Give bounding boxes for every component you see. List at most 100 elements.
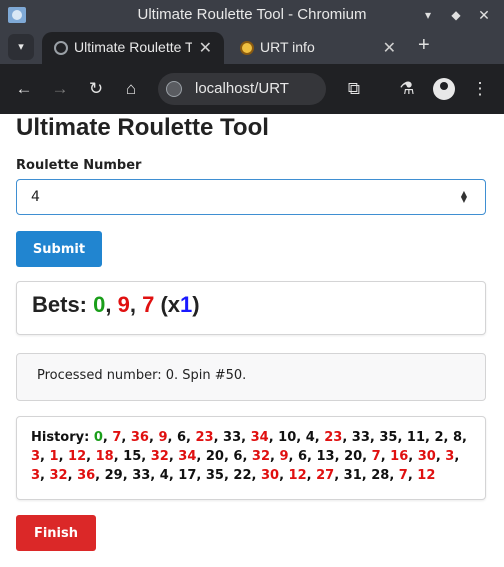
separator: , (129, 292, 143, 317)
number-spinner-icon[interactable]: ▲ ▼ (458, 190, 470, 205)
history-number: 3 (445, 449, 455, 464)
close-tab-icon[interactable]: ✕ (383, 38, 396, 58)
page-title: Ultimate Roulette Tool (16, 114, 269, 141)
history-number: 32 (49, 468, 68, 483)
address-bar[interactable]: localhost/URT (158, 73, 326, 105)
separator: , (408, 449, 418, 464)
separator: , (279, 468, 289, 483)
history-number: 12 (417, 468, 436, 483)
extensions-icon[interactable]: ⧉ (343, 78, 365, 100)
separator: , (113, 449, 124, 464)
reload-icon[interactable]: ↻ (85, 78, 107, 100)
history-number: 3 (31, 449, 41, 464)
history-numbers: 0, 7, 36, 9, 6, 23, 33, 34, 10, 4, 23, 3… (31, 430, 467, 483)
separator: , (268, 430, 279, 445)
history-number: 20 (205, 449, 224, 464)
separator: , (168, 449, 179, 464)
bet-number: 7 (142, 292, 155, 317)
multiplier-suffix: ) (192, 292, 200, 317)
history-number: 36 (130, 430, 149, 445)
history-number: 22 (233, 468, 252, 483)
tab-strip: ▾ Ultimate Roulette Tool ✕ URT info ✕ + (0, 30, 504, 64)
history-number: 32 (251, 449, 271, 464)
separator: , (334, 468, 344, 483)
home-icon[interactable]: ⌂ (120, 78, 142, 100)
history-number: 17 (178, 468, 197, 483)
bet-number: 0 (93, 292, 106, 317)
history-number: 4 (159, 468, 169, 483)
tab-urt-info[interactable]: URT info ✕ (228, 32, 408, 64)
separator: , (389, 468, 399, 483)
history-number: 6 (176, 430, 186, 445)
separator: , (397, 430, 407, 445)
submit-button[interactable]: Submit (16, 231, 102, 267)
separator: , (167, 430, 177, 445)
separator: , (223, 468, 234, 483)
roulette-number-input[interactable] (16, 179, 486, 215)
history-number: 34 (178, 449, 197, 464)
status-text: Processed number: 0. Spin #50. (37, 368, 247, 383)
browser-menu-icon[interactable]: ⋮ (469, 78, 491, 100)
bet-number: 9 (117, 292, 130, 317)
separator: , (342, 430, 352, 445)
history-number: 2 (434, 430, 444, 445)
history-number: 31 (343, 468, 362, 483)
separator: , (251, 468, 261, 483)
close-window-icon[interactable]: ✕ (474, 5, 494, 25)
history-number: 7 (398, 468, 408, 483)
history-panel: History: 0, 7, 36, 9, 6, 23, 33, 34, 10,… (16, 416, 486, 500)
history-number: 16 (390, 449, 409, 464)
history-number: 32 (150, 449, 169, 464)
separator: , (369, 430, 380, 445)
history-number: 13 (316, 449, 335, 464)
history-text: History: 0, 7, 36, 9, 6, 23, 33, 34, 10,… (31, 428, 475, 485)
separator: , (242, 449, 252, 464)
history-number: 34 (250, 430, 269, 445)
history-number: 11 (406, 430, 426, 445)
site-info-icon[interactable] (166, 81, 182, 97)
separator: , (296, 430, 306, 445)
bets-line: Bets: 0, 9, 7 (x1) (32, 292, 200, 318)
history-number: 33 (351, 430, 370, 445)
close-tab-icon[interactable]: ✕ (199, 38, 212, 58)
history-number: 6 (298, 449, 308, 464)
url-text: localhost/URT (195, 80, 289, 97)
labs-flask-icon[interactable]: ⚗ (396, 78, 418, 100)
history-number: 9 (279, 449, 289, 464)
history-number: 7 (371, 449, 381, 464)
history-number: 36 (77, 468, 96, 483)
history-number: 33 (132, 468, 151, 483)
bets-panel: Bets: 0, 9, 7 (x1) (16, 281, 486, 335)
bets-numbers: 0, 9, 7 (93, 292, 154, 317)
history-number: 8 (453, 430, 463, 445)
separator: , (307, 449, 317, 464)
separator: , (196, 468, 206, 483)
separator: , (241, 430, 251, 445)
new-tab-icon[interactable]: + (418, 34, 430, 57)
tab-ultimate-roulette-tool[interactable]: Ultimate Roulette Tool ✕ (42, 32, 224, 64)
finish-button[interactable]: Finish (16, 515, 96, 551)
history-number: 0 (93, 430, 103, 445)
separator: , (40, 468, 50, 483)
history-number: 12 (68, 449, 87, 464)
history-number: 27 (316, 468, 335, 483)
separator: , (435, 449, 446, 464)
back-icon[interactable]: ← (13, 78, 35, 100)
maximize-icon[interactable]: ◆ (446, 5, 466, 25)
profile-avatar-icon[interactable] (433, 78, 455, 100)
page-content: Ultimate Roulette Tool Roulette Number ▲… (0, 114, 504, 567)
history-number: 10 (278, 430, 297, 445)
minimize-icon[interactable]: ▾ (418, 5, 438, 25)
tab-search-button[interactable]: ▾ (8, 34, 34, 60)
history-number: 29 (104, 468, 123, 483)
separator: , (105, 292, 118, 317)
history-number: 3 (31, 468, 41, 483)
forward-icon[interactable]: → (49, 78, 71, 100)
history-number: 23 (324, 430, 343, 445)
status-message: Processed number: 0. Spin #50. (16, 353, 486, 401)
separator: , (454, 449, 460, 464)
separator: , (168, 468, 179, 483)
multiplier-value: 1 (180, 292, 193, 317)
sun-favicon-icon (240, 41, 254, 55)
separator: , (213, 430, 224, 445)
